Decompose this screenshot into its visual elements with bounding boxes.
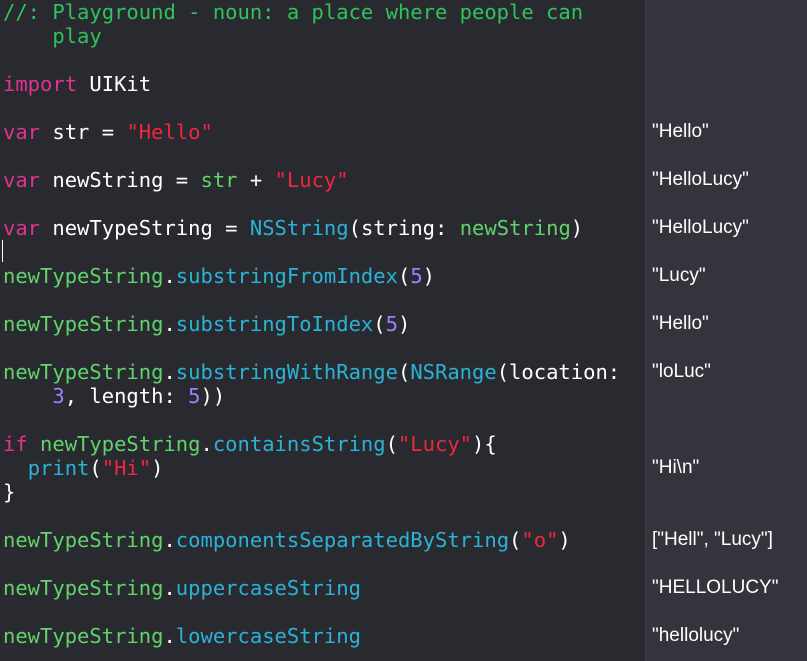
code-line-if-contains: if newTypeString.containsString("Lucy"){ bbox=[3, 432, 497, 456]
punctuation: . bbox=[163, 360, 176, 384]
code-line-substring-to-index: newTypeString.substringToIndex(5) bbox=[3, 312, 410, 336]
keyword-var: var bbox=[3, 168, 41, 192]
result-newtypestring[interactable]: "HelloLucy" bbox=[652, 216, 749, 240]
number-literal: 3 bbox=[52, 384, 65, 408]
code-line-substring-with-range: newTypeString.substringWithRange(NSRange… bbox=[3, 360, 620, 384]
method-name: substringFromIndex bbox=[175, 264, 398, 288]
punctuation: . bbox=[163, 624, 176, 648]
text-cursor bbox=[2, 240, 3, 262]
punctuation: . bbox=[163, 528, 176, 552]
identifier-ref: newString bbox=[459, 216, 571, 240]
punctuation: ) bbox=[558, 528, 571, 552]
module-name: UIKit bbox=[77, 72, 152, 96]
keyword-import: import bbox=[3, 72, 78, 96]
identifier-ref: newTypeString bbox=[3, 264, 164, 288]
argument-label: (location: bbox=[496, 360, 621, 384]
punctuation: ) bbox=[422, 264, 435, 288]
var-decl: newTypeString = bbox=[40, 216, 250, 240]
result-print[interactable]: "Hi\n" bbox=[652, 456, 699, 480]
code-line-newtypestring: var newTypeString = NSString(string: new… bbox=[3, 216, 583, 240]
string-literal: "Lucy" bbox=[397, 432, 473, 456]
punctuation: )) bbox=[200, 384, 226, 408]
function-name: print bbox=[27, 456, 90, 480]
keyword-var: var bbox=[3, 216, 41, 240]
punctuation: ) bbox=[570, 216, 584, 240]
punctuation: ) bbox=[397, 312, 411, 336]
keyword-var: var bbox=[3, 120, 41, 144]
result-substring-from-index[interactable]: "Lucy" bbox=[652, 264, 706, 288]
identifier-ref: newTypeString bbox=[3, 528, 164, 552]
punctuation: ( bbox=[509, 528, 522, 552]
punctuation: } bbox=[3, 480, 16, 504]
comment-text: //: Playground - noun: a place where peo… bbox=[3, 0, 584, 24]
punctuation: . bbox=[163, 312, 176, 336]
number-literal: 5 bbox=[385, 312, 398, 336]
code-line-uppercase: newTypeString.uppercaseString bbox=[3, 576, 361, 600]
code-line-newstring: var newString = str + "Lucy" bbox=[3, 168, 349, 192]
result-str[interactable]: "Hello" bbox=[652, 120, 709, 144]
method-name: substringToIndex bbox=[175, 312, 374, 336]
argument-label: , length: bbox=[64, 384, 189, 408]
method-name: substringWithRange bbox=[175, 360, 398, 384]
punctuation: ( bbox=[89, 456, 102, 480]
keyword-if: if bbox=[3, 432, 28, 456]
code-line-str: var str = "Hello" bbox=[3, 120, 213, 144]
identifier-ref: newTypeString bbox=[40, 432, 201, 456]
identifier-ref: newTypeString bbox=[3, 624, 164, 648]
code-line-close-brace: } bbox=[3, 480, 15, 504]
identifier-ref: newTypeString bbox=[3, 576, 164, 600]
code-line-components: newTypeString.componentsSeparatedByStrin… bbox=[3, 528, 571, 552]
code-comment-line-continued: play bbox=[3, 24, 102, 48]
punctuation: ( bbox=[397, 264, 411, 288]
identifier-ref: newTypeString bbox=[3, 312, 164, 336]
identifier-ref: str bbox=[200, 168, 238, 192]
number-literal: 5 bbox=[410, 264, 423, 288]
punctuation: . bbox=[163, 264, 176, 288]
argument-label: (string: bbox=[348, 216, 460, 240]
comment-text-continued: play bbox=[3, 24, 102, 48]
identifier-ref: newTypeString bbox=[3, 360, 164, 384]
type-name: NSRange bbox=[410, 360, 497, 384]
punctuation: . bbox=[200, 432, 213, 456]
punctuation: . bbox=[163, 576, 176, 600]
result-uppercase[interactable]: "HELLOLUCY" bbox=[652, 576, 778, 600]
var-decl: str = bbox=[40, 120, 127, 144]
method-name: containsString bbox=[212, 432, 386, 456]
result-components[interactable]: ["Hell", "Lucy"] bbox=[652, 528, 773, 552]
code-line-lowercase: newTypeString.lowercaseString bbox=[3, 624, 361, 648]
code-line-substring-with-range-continued: 3, length: 5)) bbox=[3, 384, 225, 408]
code-line-print: print("Hi") bbox=[3, 456, 164, 480]
result-substring-with-range[interactable]: "loLuc" bbox=[652, 360, 711, 384]
punctuation: ( bbox=[385, 432, 398, 456]
punctuation: ( bbox=[373, 312, 386, 336]
code-line-substring-from-index: newTypeString.substringFromIndex(5) bbox=[3, 264, 435, 288]
string-literal: "Lucy" bbox=[274, 168, 349, 192]
punctuation: ( bbox=[397, 360, 411, 384]
punctuation: ){ bbox=[472, 432, 497, 456]
string-literal: "Hi" bbox=[101, 456, 152, 480]
property-name: lowercaseString bbox=[175, 624, 361, 648]
method-name: componentsSeparatedByString bbox=[175, 528, 510, 552]
type-name: NSString bbox=[249, 216, 349, 240]
string-literal: "o" bbox=[521, 528, 559, 552]
result-substring-to-index[interactable]: "Hello" bbox=[652, 312, 709, 336]
property-name: uppercaseString bbox=[175, 576, 361, 600]
result-lowercase[interactable]: "hellolucy" bbox=[652, 624, 739, 648]
code-comment-line: //: Playground - noun: a place where peo… bbox=[3, 0, 583, 24]
code-import-line: import UIKit bbox=[3, 72, 151, 96]
string-literal: "Hello" bbox=[126, 120, 213, 144]
code-editor[interactable]: //: Playground - noun: a place where peo… bbox=[0, 0, 645, 661]
result-newstring[interactable]: "HelloLucy" bbox=[652, 168, 749, 192]
punctuation: ) bbox=[151, 456, 164, 480]
operator: + bbox=[237, 168, 275, 192]
number-literal: 5 bbox=[188, 384, 201, 408]
var-decl: newString = bbox=[40, 168, 201, 192]
